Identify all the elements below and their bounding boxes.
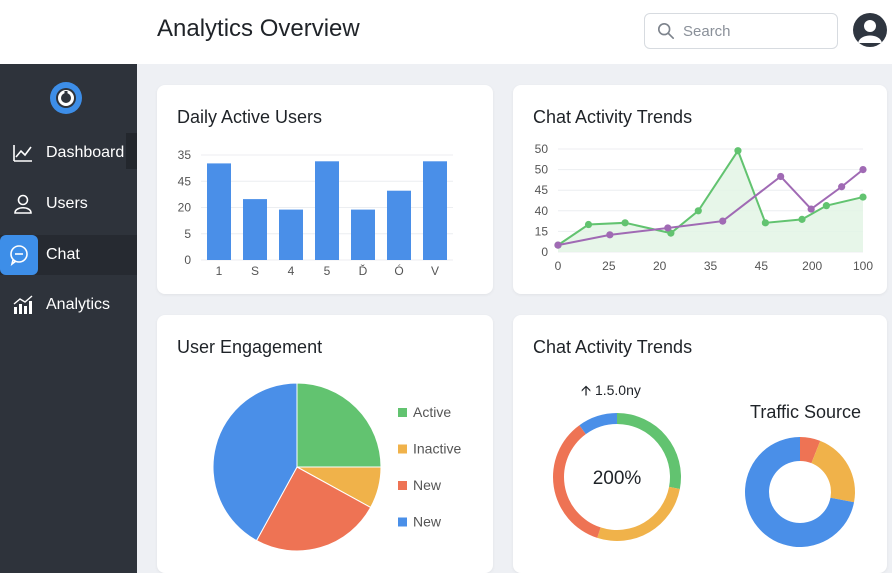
chat-activity-line-chart: 0 15 40 45 50 50 0 25 20 35 45 200 100 xyxy=(535,142,874,273)
sidebar: Dashboard Users Chat Analytics xyxy=(0,64,137,573)
y-tick-label: 0 xyxy=(184,253,191,267)
y-tick-label: 50 xyxy=(535,142,549,156)
sidebar-item-label: Dashboard xyxy=(46,144,125,161)
sidebar-item-dashboard[interactable]: Dashboard xyxy=(0,133,137,173)
bar xyxy=(207,163,231,260)
user-icon xyxy=(12,193,34,215)
daily-active-users-chart: 052045351 S 4 5 Ď Ó V xyxy=(178,148,453,278)
user-avatar-icon xyxy=(858,20,882,43)
x-tick-label: V xyxy=(431,264,439,278)
legend-label: New xyxy=(413,477,442,493)
x-tick-label: 20 xyxy=(653,259,667,273)
x-tick-label: 4 xyxy=(288,264,295,278)
bar-analytics-icon xyxy=(12,294,34,316)
bar xyxy=(423,161,447,260)
x-tick-label: 35 xyxy=(704,259,718,273)
legend-swatch xyxy=(398,481,407,490)
data-point xyxy=(838,183,846,191)
search-input[interactable] xyxy=(683,22,813,40)
data-point xyxy=(822,202,830,210)
user-engagement-card: User Engagement Active Inactive New New xyxy=(157,315,493,573)
avatar[interactable] xyxy=(853,13,887,47)
top-bar: Analytics Overview xyxy=(0,0,892,64)
donut-segment xyxy=(579,413,617,435)
y-tick-label: 40 xyxy=(535,204,549,218)
y-tick-label: 45 xyxy=(535,183,549,197)
data-point xyxy=(761,219,769,227)
data-point xyxy=(694,207,702,215)
sidebar-item-label: Analytics xyxy=(46,296,111,313)
data-point xyxy=(859,193,867,201)
sidebar-item-analytics[interactable]: Analytics xyxy=(0,285,137,325)
sidebar-edge-marker xyxy=(126,133,137,169)
legend-swatch xyxy=(398,408,407,417)
bar xyxy=(351,209,375,260)
data-point xyxy=(584,220,593,229)
sidebar-item-label: Chat xyxy=(46,246,80,263)
legend-swatch xyxy=(398,444,407,454)
y-tick-label: 35 xyxy=(178,148,192,162)
bar xyxy=(315,161,339,260)
y-tick-label: 50 xyxy=(535,163,549,177)
data-point xyxy=(807,205,815,213)
pie-slice xyxy=(296,382,382,468)
trend-line-icon xyxy=(12,142,34,164)
data-point xyxy=(798,215,806,223)
sidebar-item-users[interactable]: Users xyxy=(0,184,137,224)
legend-swatch xyxy=(398,517,407,527)
app-logo-icon xyxy=(50,82,82,114)
data-point xyxy=(719,217,727,225)
data-point xyxy=(734,147,742,155)
sidebar-item-label: Users xyxy=(46,195,88,212)
data-point xyxy=(859,166,867,174)
x-tick-label: 200 xyxy=(802,259,822,273)
user-engagement-pie-chart: Active Inactive New New xyxy=(212,382,461,552)
bar xyxy=(279,209,303,260)
legend-label: Inactive xyxy=(413,441,461,457)
search-box[interactable] xyxy=(644,13,838,49)
legend-label: New xyxy=(413,514,442,530)
x-tick-label: 25 xyxy=(602,259,616,273)
chat-bubble-icon xyxy=(0,235,38,275)
bar xyxy=(387,190,411,260)
x-tick-label: 1 xyxy=(216,264,223,278)
sidebar-item-chat[interactable]: Chat xyxy=(0,235,137,275)
y-tick-label: 20 xyxy=(178,201,192,215)
donut-center-label: 200% xyxy=(593,468,642,489)
x-tick-label: 0 xyxy=(555,259,562,273)
x-tick-label: S xyxy=(251,264,259,278)
data-point xyxy=(664,224,672,232)
data-point xyxy=(554,241,562,249)
chat-activity-donut-card: Chat Activity Trends 🡩 1.5.0ny Traffic S… xyxy=(513,315,887,573)
legend-label: Active xyxy=(413,404,451,420)
x-tick-label: Ď xyxy=(359,263,368,278)
y-tick-label: 45 xyxy=(178,174,192,188)
x-tick-label: 100 xyxy=(853,259,873,273)
data-point xyxy=(606,231,614,239)
y-tick-label: 0 xyxy=(541,245,548,259)
daily-active-users-card: Daily Active Users 0 5 20 45 35 1 S 4 5 Ď Ó V xyxy=(157,85,493,294)
bar xyxy=(243,199,267,260)
x-tick-label: 5 xyxy=(324,264,331,278)
y-tick-label: 5 xyxy=(184,227,191,241)
data-point xyxy=(777,172,785,181)
donut-segment xyxy=(597,486,680,541)
data-point xyxy=(621,219,629,227)
search-icon xyxy=(657,22,675,40)
page-title: Analytics Overview xyxy=(157,15,360,42)
donut-charts: 200% xyxy=(553,413,855,547)
chat-activity-trends-card: Chat Activity Trends 0 15 40 45 50 50 0 25 20 35 4… xyxy=(513,85,887,294)
y-tick-label: 15 xyxy=(535,224,549,238)
donut-segment xyxy=(811,440,855,503)
x-tick-label: Ó xyxy=(394,263,403,278)
x-tick-label: 45 xyxy=(755,259,769,273)
